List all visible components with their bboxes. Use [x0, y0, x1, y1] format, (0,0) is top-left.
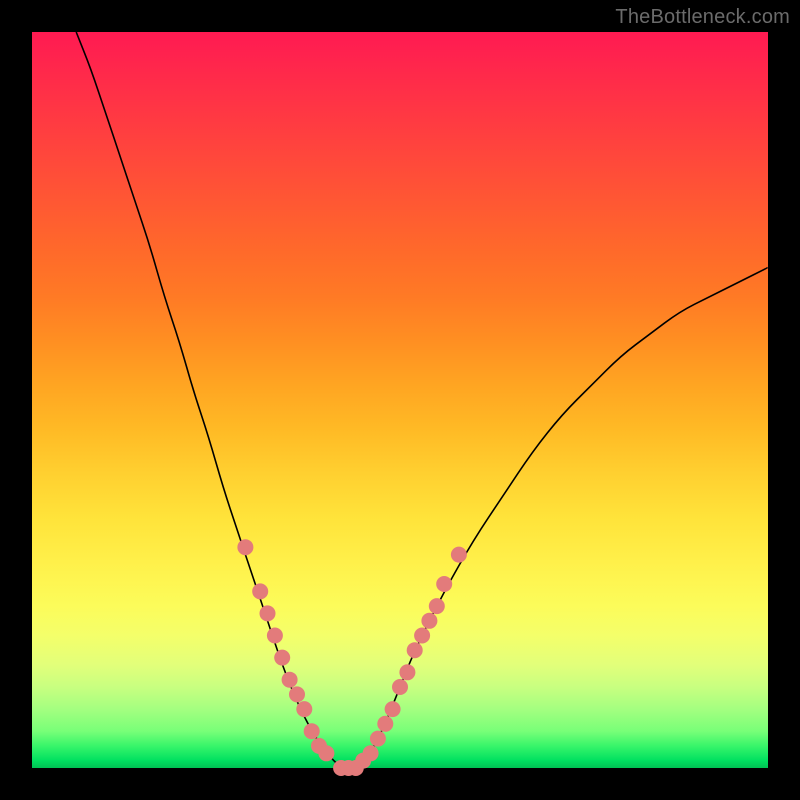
data-point — [363, 745, 379, 761]
data-point — [392, 679, 408, 695]
data-point — [421, 613, 437, 629]
data-point — [289, 686, 305, 702]
data-point — [260, 605, 276, 621]
data-point — [304, 723, 320, 739]
data-point — [407, 642, 423, 658]
data-point — [274, 650, 290, 666]
data-point — [385, 701, 401, 717]
data-point — [318, 745, 334, 761]
watermark-text: TheBottleneck.com — [615, 6, 790, 29]
data-point — [252, 583, 268, 599]
data-point — [237, 539, 253, 555]
data-point — [414, 628, 430, 644]
chart-frame: TheBottleneck.com — [0, 0, 800, 800]
curve-svg — [32, 32, 768, 768]
plot-area — [32, 32, 768, 768]
data-point — [296, 701, 312, 717]
data-point — [436, 576, 452, 592]
data-point — [377, 716, 393, 732]
data-points-group — [237, 539, 467, 776]
data-point — [282, 672, 298, 688]
data-point — [267, 628, 283, 644]
data-point — [370, 731, 386, 747]
data-point — [399, 664, 415, 680]
data-point — [429, 598, 445, 614]
bottleneck-curve — [76, 32, 768, 768]
data-point — [451, 547, 467, 563]
